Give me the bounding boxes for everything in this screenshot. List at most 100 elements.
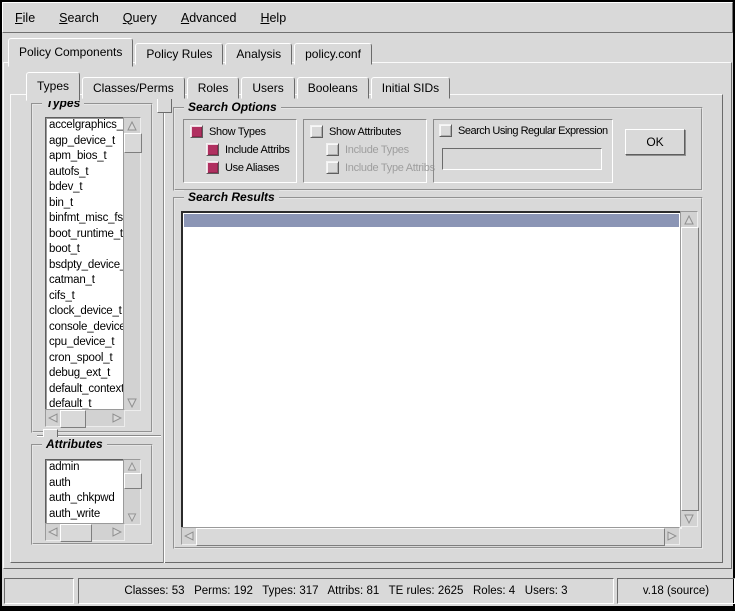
types-tab-page: Types accelgraphics_eagp_device_tapm_bio… — [10, 94, 723, 563]
scroll-up-icon[interactable] — [681, 212, 697, 227]
search-options-frame: Search Options Show Types Include Attrib… — [173, 107, 703, 191]
checkbox-indicator-icon — [439, 124, 452, 137]
vertical-sash[interactable] — [163, 111, 165, 563]
list-item[interactable]: bdev_t — [46, 180, 124, 196]
attributes-frame: Attributes adminauthauth_chkpwdauth_writ… — [31, 444, 153, 545]
scroll-left-icon[interactable] — [46, 410, 60, 426]
list-item[interactable]: cpu_device_t — [46, 335, 124, 351]
scroll-left-icon[interactable] — [182, 528, 196, 544]
attributes-vertical-scrollbar[interactable] — [123, 459, 141, 525]
scroll-up-icon[interactable] — [124, 460, 140, 473]
attributes-horizontal-scrollbar[interactable] — [45, 523, 125, 541]
checkbox-indicator-icon — [206, 143, 219, 156]
status-version: v.18 (source) — [617, 578, 735, 604]
ok-button[interactable]: OK — [625, 129, 685, 155]
scroll-left-icon[interactable] — [46, 524, 60, 540]
tab-booleans[interactable]: Booleans — [297, 77, 369, 99]
regex-input[interactable] — [442, 148, 602, 170]
search-options-frame-label: Search Options — [184, 100, 281, 114]
types-vertical-scrollbar[interactable] — [123, 117, 141, 411]
include-type-attribs-checkbox[interactable]: Include Type Attribs — [326, 161, 435, 174]
list-item[interactable]: clock_device_t — [46, 304, 124, 320]
scrollbar-thumb[interactable] — [681, 227, 699, 511]
list-item[interactable]: binfmt_misc_fs — [46, 211, 124, 227]
tab-types[interactable]: Types — [26, 72, 80, 101]
status-left — [4, 578, 74, 604]
tab-users[interactable]: Users — [241, 77, 294, 99]
results-vertical-scrollbar[interactable] — [680, 211, 698, 527]
inner-tab-bar: Types Classes/Perms Roles Users Booleans… — [26, 72, 452, 99]
checkbox-indicator-icon — [206, 161, 219, 174]
list-item[interactable]: auth_chkpwd — [46, 491, 124, 507]
show-attributes-checkbox[interactable]: Show Attributes — [310, 125, 401, 138]
scrollbar-thumb[interactable] — [124, 133, 142, 153]
list-item[interactable]: cron_spool_t — [46, 351, 124, 367]
tab-initial-sids[interactable]: Initial SIDs — [371, 77, 450, 99]
list-item[interactable]: accelgraphics_e — [46, 118, 124, 134]
types-listbox[interactable]: accelgraphics_eagp_device_tapm_bios_taut… — [45, 117, 125, 411]
menu-item[interactable]: Advanced — [169, 7, 249, 29]
list-item[interactable]: auth — [46, 476, 124, 492]
menu-item[interactable]: File — [3, 7, 47, 29]
scroll-down-icon[interactable] — [124, 395, 140, 410]
search-results-frame-label: Search Results — [184, 190, 279, 204]
scroll-down-icon[interactable] — [124, 511, 140, 524]
checkbox-indicator-icon — [326, 161, 339, 174]
scroll-right-icon[interactable] — [110, 524, 124, 540]
regex-checkbox[interactable]: Search Using Regular Expression — [439, 124, 608, 137]
checkbox-indicator-icon — [326, 143, 339, 156]
list-item[interactable]: boot_runtime_t — [46, 227, 124, 243]
list-item[interactable]: autofs_t — [46, 165, 124, 181]
list-item[interactable]: catman_t — [46, 273, 124, 289]
tab-policy-components[interactable]: Policy Components — [8, 38, 133, 67]
search-results-text[interactable] — [181, 211, 682, 529]
scroll-up-icon[interactable] — [124, 118, 140, 133]
regex-group: Search Using Regular Expression — [433, 119, 613, 183]
list-item[interactable]: auth_write — [46, 507, 124, 523]
selected-line-highlight — [184, 214, 679, 227]
list-item[interactable]: console_device — [46, 320, 124, 336]
scrollbar-thumb[interactable] — [196, 528, 665, 546]
tab-policy-rules[interactable]: Policy Rules — [135, 43, 223, 65]
list-item[interactable]: apm_bios_t — [46, 149, 124, 165]
include-attribs-checkbox[interactable]: Include Attribs — [206, 143, 290, 156]
scrollbar-thumb[interactable] — [60, 524, 92, 542]
list-item[interactable]: default_context — [46, 382, 124, 398]
scroll-down-icon[interactable] — [681, 511, 697, 526]
menu-item[interactable]: Search — [47, 7, 111, 29]
vertical-sash-handle[interactable] — [157, 97, 172, 113]
results-horizontal-scrollbar[interactable] — [181, 527, 680, 545]
attributes-frame-label: Attributes — [42, 437, 107, 451]
tab-classes-perms[interactable]: Classes/Perms — [82, 77, 185, 99]
list-item[interactable]: bsdpty_device_ — [46, 258, 124, 274]
list-item[interactable]: cifs_t — [46, 289, 124, 305]
search-results-content — [183, 228, 680, 230]
menu-item[interactable]: Help — [248, 7, 298, 29]
scroll-right-icon[interactable] — [110, 410, 124, 426]
status-stats: Classes: 53 Perms: 192 Types: 317 Attrib… — [78, 578, 614, 604]
list-item[interactable]: admin — [46, 460, 124, 476]
list-item[interactable]: agp_device_t — [46, 134, 124, 150]
menu-item[interactable]: Query — [111, 7, 169, 29]
types-frame: Types accelgraphics_eagp_device_tapm_bio… — [31, 103, 153, 433]
list-item[interactable]: debug_ext_t — [46, 366, 124, 382]
include-types-checkbox[interactable]: Include Types — [326, 143, 409, 156]
menubar: File Search Query Advanced Help — [2, 2, 733, 33]
app-window: File Search Query Advanced Help Policy C… — [2, 2, 733, 606]
show-types-checkbox[interactable]: Show Types — [190, 125, 266, 138]
use-aliases-checkbox[interactable]: Use Aliases — [206, 161, 279, 174]
tab-analysis[interactable]: Analysis — [225, 43, 292, 65]
list-item[interactable]: boot_t — [46, 242, 124, 258]
show-types-group: Show Types Include Attribs Use Aliases — [183, 119, 297, 183]
apol-window: { "colors": { "bg": "#d9d9d9", "check_ac… — [0, 0, 735, 611]
checkbox-indicator-icon — [310, 125, 323, 138]
attributes-listbox[interactable]: adminauthauth_chkpwdauth_write — [45, 459, 125, 525]
scroll-right-icon[interactable] — [665, 528, 679, 544]
scrollbar-thumb[interactable] — [60, 410, 86, 428]
tab-policy-conf[interactable]: policy.conf — [294, 43, 372, 65]
tab-roles[interactable]: Roles — [187, 77, 240, 99]
scrollbar-thumb[interactable] — [124, 473, 142, 489]
outer-tab-bar: Policy Components Policy Rules Analysis … — [8, 38, 374, 65]
list-item[interactable]: bin_t — [46, 196, 124, 212]
types-horizontal-scrollbar[interactable] — [45, 409, 125, 427]
